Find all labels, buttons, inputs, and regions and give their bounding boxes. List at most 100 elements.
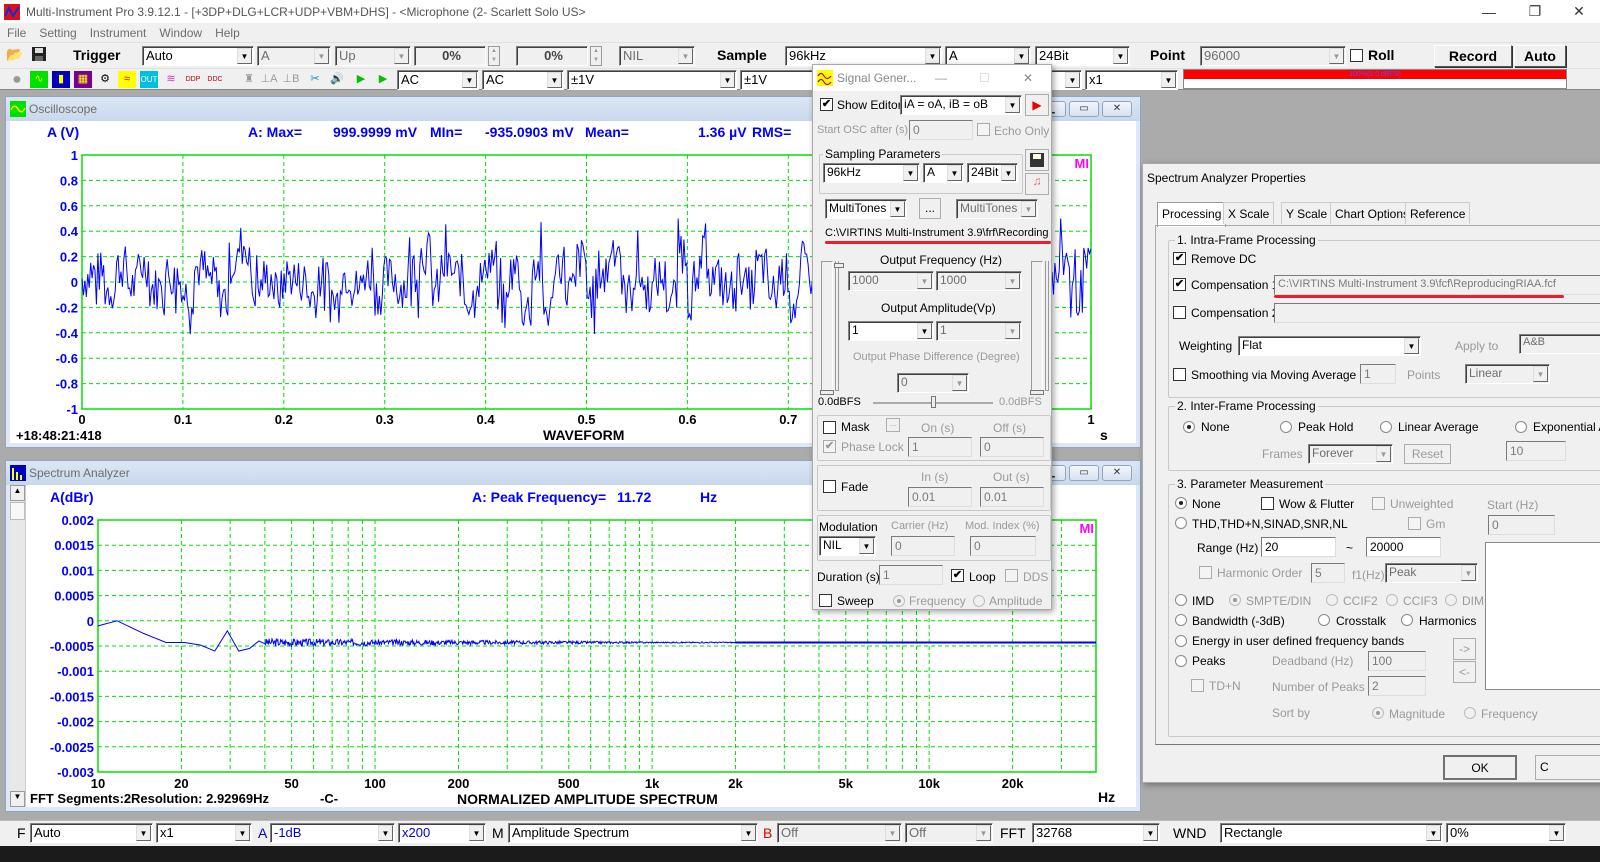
amp-b-select[interactable]: 1 ▼ (936, 321, 1022, 341)
trigger-edge-select[interactable]: Up ▼ (335, 46, 411, 66)
compensation2-path-field[interactable] (1274, 303, 1600, 323)
inter-none-radio[interactable] (1183, 421, 1195, 433)
window-function-select[interactable]: Rectangle ▼ (1220, 823, 1443, 843)
fade-checkbox[interactable] (823, 480, 836, 493)
thd-radio[interactable] (1175, 517, 1187, 529)
tdn-checkbox[interactable] (1191, 679, 1204, 692)
mask-edit-button[interactable]: ... (886, 418, 900, 432)
ddp-viewer-icon[interactable]: DDP (184, 71, 202, 88)
trigger-mode-select[interactable]: Auto ▼ (142, 46, 254, 66)
range-from-field[interactable]: 20 (1261, 537, 1336, 557)
sg-save-button[interactable] (1025, 149, 1049, 171)
channel-select[interactable]: A ▼ (945, 46, 1031, 66)
linear-average-radio[interactable] (1380, 421, 1392, 433)
waveform-b-select[interactable]: MultiTones ▼ (956, 199, 1038, 219)
dut-icon[interactable]: OUT (140, 71, 158, 88)
ccif2-radio[interactable] (1326, 594, 1338, 606)
overlap-select[interactable]: 0% ▼ (1446, 823, 1566, 843)
slider-thumb[interactable] (1030, 390, 1044, 395)
smoothing-mode-select[interactable]: Linear ▼ (1465, 364, 1550, 384)
remove-dc-checkbox[interactable]: ✔ (1173, 252, 1186, 265)
menu-help[interactable]: Help (215, 26, 240, 40)
points-select[interactable]: 96000 ▼ (1200, 46, 1346, 66)
mode-select[interactable]: Amplitude Spectrum ▼ (508, 823, 758, 843)
minimize-button[interactable]: — (1466, 0, 1512, 23)
restore-button[interactable]: ❐ (1512, 0, 1558, 23)
deadband-field[interactable]: 100 (1368, 651, 1426, 671)
save-icon[interactable] (30, 46, 48, 63)
crosstalk-radio[interactable] (1318, 614, 1330, 626)
tab-reference[interactable]: Reference (1405, 202, 1471, 224)
ok-button[interactable]: OK (1443, 755, 1517, 780)
sort-magnitude-radio[interactable] (1372, 707, 1384, 719)
range-to-field[interactable]: 20000 (1366, 537, 1441, 557)
mod-index-field[interactable]: 0 (970, 536, 1036, 556)
pm-none-radio[interactable] (1175, 497, 1187, 509)
sg-sample-rate-select[interactable]: 96kHz ▼ (823, 163, 920, 183)
imd-radio[interactable] (1175, 594, 1187, 606)
menu-file[interactable]: File (7, 26, 26, 40)
show-editor-checkbox[interactable]: ✔ (820, 98, 833, 111)
sg-close-icon[interactable]: ✕ (1023, 71, 1033, 85)
apply-to-select[interactable]: A&B (1519, 334, 1600, 354)
remove-band-button[interactable]: <- (1453, 661, 1476, 683)
y-zoom-select[interactable]: x200 ▼ (398, 823, 486, 843)
level-b-slider[interactable] (1030, 261, 1044, 395)
sample-rate-select[interactable]: 96kHz ▼ (785, 46, 942, 66)
weighting-select[interactable]: Flat ▼ (1238, 336, 1421, 356)
dim-radio[interactable] (1445, 594, 1457, 606)
carrier-field[interactable]: 0 (891, 536, 955, 556)
peaks-radio[interactable] (1175, 655, 1187, 667)
gm-checkbox[interactable] (1408, 517, 1421, 530)
ddp-icon[interactable]: ≋ (162, 71, 180, 88)
exp-frames-field[interactable]: 10 (1506, 441, 1566, 461)
compensation2-checkbox[interactable] (1173, 306, 1186, 319)
start-icon[interactable]: ▶ (352, 71, 370, 88)
balance-slider[interactable] (873, 396, 993, 408)
bit-depth-select[interactable]: 24Bit ▼ (1035, 46, 1130, 66)
oscilloscope-icon[interactable]: ∿ (30, 71, 48, 88)
dds-checkbox[interactable] (1005, 569, 1018, 582)
phase-lock-checkbox[interactable]: ✔ (823, 440, 836, 453)
waveform-edit-button[interactable]: ... (919, 198, 941, 219)
trigger-delay-field[interactable]: 0% (516, 46, 588, 66)
mask-off-field[interactable]: 0 (980, 437, 1044, 457)
f1-select[interactable]: Peak ▼ (1385, 563, 1478, 583)
speaker-icon[interactable]: 🔊 (328, 71, 346, 88)
trigger-delay-spinner[interactable]: ▲ ▼ (590, 46, 602, 66)
signal-generator-icon[interactable]: ≈ (118, 71, 136, 88)
frames-select[interactable]: Forever ▼ (1308, 444, 1393, 464)
balance-thumb[interactable] (930, 396, 936, 408)
fade-out-field[interactable]: 0.01 (980, 487, 1044, 507)
start-osc-field[interactable]: 0 (909, 120, 973, 140)
trigger-source-select[interactable]: NIL ▼ (619, 46, 695, 66)
mic-calibrate-icon[interactable]: ✂ (306, 71, 324, 88)
smoothing-checkbox[interactable] (1173, 368, 1186, 381)
harmonics-radio[interactable] (1401, 614, 1413, 626)
calibrate-a-icon[interactable]: ⊥A (260, 71, 278, 88)
amp-a-select[interactable]: 1 ▼ (848, 321, 934, 341)
device-test-plan-icon[interactable]: ⚙ (96, 71, 114, 88)
spectrum-analyzer-icon[interactable]: ▮ (52, 71, 70, 88)
trigger-level-field[interactable]: 0% (414, 46, 486, 66)
trigger-level-spinner[interactable]: ▲ ▼ (488, 46, 500, 66)
calibrate-b-icon[interactable]: ⊥B (282, 71, 300, 88)
compensation1-path-field[interactable]: C:\VIRTINS Multi-Instrument 3.9\fcf\Repr… (1274, 275, 1600, 295)
unweighted-checkbox[interactable] (1372, 497, 1385, 510)
coupling-b-select[interactable]: AC ▼ (482, 70, 564, 90)
exponential-average-radio[interactable] (1515, 421, 1527, 433)
mask-on-field[interactable]: 1 (908, 437, 972, 457)
level-a-slider[interactable] (820, 261, 834, 395)
tab-y-scale[interactable]: Y Scale (1281, 202, 1333, 224)
tab-x-scale[interactable]: X Scale (1223, 202, 1275, 224)
sort-frequency-radio[interactable] (1464, 707, 1476, 719)
start-hz-field[interactable]: 0 (1488, 515, 1555, 535)
range-a-select[interactable]: ±1V ▼ (567, 70, 737, 90)
a-scale-select[interactable]: -1dB ▼ (270, 823, 395, 843)
fft-size-select[interactable]: 32768 ▼ (1032, 823, 1160, 843)
record-button[interactable]: Record (1434, 45, 1512, 67)
unknown-select[interactable]: ▼ (1050, 70, 1082, 90)
echo-only-checkbox[interactable] (977, 123, 990, 136)
start-once-icon[interactable]: ▶ (374, 71, 392, 88)
frequency-bands-list[interactable] (1485, 542, 1600, 690)
